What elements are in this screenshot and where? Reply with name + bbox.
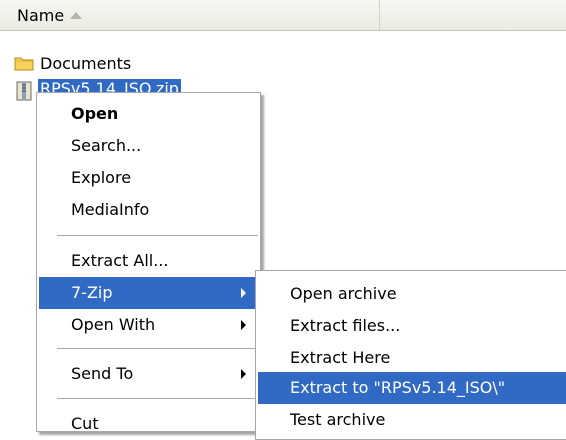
- menu-item-explore[interactable]: Explore: [39, 162, 258, 194]
- menu-item-open-with[interactable]: Open With: [39, 309, 258, 341]
- menu-item-search[interactable]: Search...: [39, 130, 258, 162]
- menu-separator: [57, 398, 258, 399]
- menu-item-extract-all[interactable]: Extract All...: [39, 245, 258, 277]
- context-menu: Open Search... Explore MediaInfo Extract…: [36, 92, 261, 433]
- name-column-label: Name: [17, 6, 65, 25]
- menu-item-cut[interactable]: Cut: [39, 408, 258, 440]
- submenu-item-extract-here[interactable]: Extract Here: [258, 342, 566, 374]
- menu-separator: [57, 235, 258, 236]
- file-row-documents[interactable]: Documents: [14, 52, 214, 78]
- submenu-arrow-icon: [241, 320, 246, 330]
- submenu-arrow-icon: [241, 288, 246, 298]
- menu-separator: [57, 348, 258, 349]
- submenu-item-extract-files[interactable]: Extract files...: [258, 310, 566, 342]
- menu-item-7zip[interactable]: 7-Zip: [39, 277, 258, 309]
- file-name: Documents: [40, 54, 132, 73]
- seven-zip-submenu: Open archive Extract files... Extract He…: [255, 270, 566, 440]
- name-column-header[interactable]: Name: [0, 0, 380, 30]
- zip-archive-icon: [16, 81, 32, 101]
- folder-icon: [14, 57, 34, 71]
- menu-item-mediainfo[interactable]: MediaInfo: [39, 194, 258, 226]
- file-list-header: Name: [0, 0, 566, 31]
- sort-ascending-icon: [70, 12, 82, 19]
- submenu-item-open-archive[interactable]: Open archive: [258, 278, 566, 310]
- menu-item-open[interactable]: Open: [39, 98, 258, 130]
- menu-item-send-to[interactable]: Send To: [39, 358, 258, 390]
- submenu-arrow-icon: [241, 369, 246, 379]
- submenu-item-extract-to[interactable]: Extract to "RPSv5.14_ISO\": [258, 372, 566, 404]
- submenu-item-test-archive[interactable]: Test archive: [258, 404, 566, 436]
